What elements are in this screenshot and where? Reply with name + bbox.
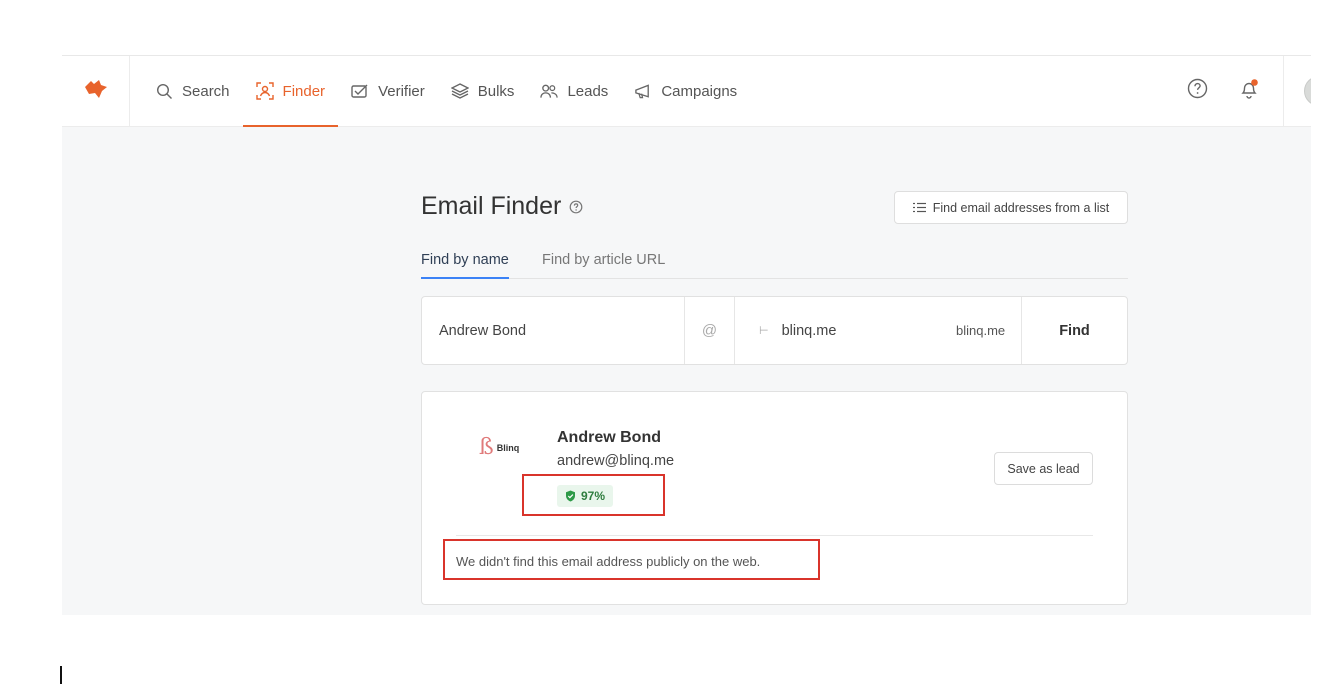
company-logo-text: Blinq: [496, 443, 520, 453]
highlight-box-score: [522, 474, 665, 516]
campaigns-icon: [634, 82, 652, 100]
nav-item-label: Bulks: [477, 82, 515, 100]
nav-item-bulks[interactable]: Bulks: [438, 56, 528, 126]
leads-icon: [540, 82, 559, 100]
find-from-list-button[interactable]: Find email addresses from a list: [894, 191, 1128, 224]
find-from-list-label: Find email addresses from a list: [932, 200, 1110, 215]
nav-item-search[interactable]: Search: [142, 56, 243, 126]
tab-find-by-article-url[interactable]: Find by article URL: [542, 252, 665, 268]
nav-items: Search Finder Verifier Bulks Leads Campa…: [142, 56, 750, 127]
list-icon: [912, 202, 926, 213]
help-circle-icon[interactable]: [569, 200, 583, 214]
tab-find-by-name[interactable]: Find by name: [421, 252, 509, 279]
app-frame: Search Finder Verifier Bulks Leads Campa…: [62, 55, 1311, 615]
notification-bell-icon: [1238, 78, 1260, 105]
nav-item-verifier[interactable]: Verifier: [338, 56, 438, 126]
finder-icon: [255, 82, 274, 100]
nav-item-label: Campaigns: [661, 82, 738, 100]
blinq-logo-icon: ß: [479, 435, 494, 460]
bulks-icon: [450, 82, 469, 100]
nav-item-finder[interactable]: Finder: [242, 56, 339, 127]
nav-item-label: Finder: [282, 82, 326, 100]
finder-tabs: Find by name Find by article URL: [421, 246, 1128, 279]
person-email[interactable]: andrew@blinq.me: [557, 453, 674, 469]
finder-search-form: Andrew Bond @ ⊢ blinq.me blinq.me Find: [421, 296, 1128, 365]
avatar-cell[interactable]: [1283, 56, 1311, 126]
domain-suggestion[interactable]: blinq.me: [956, 297, 1005, 364]
find-button[interactable]: Find: [1021, 297, 1127, 364]
company-logo: ß Blinq: [479, 437, 519, 459]
highlight-box-note: [443, 539, 820, 580]
domain-favicon-icon: ⊢: [759, 325, 769, 337]
nav-item-label: Leads: [567, 82, 609, 100]
notifications-button[interactable]: [1223, 56, 1275, 126]
person-name: Andrew Bond: [557, 429, 661, 446]
text-cursor-mark: [60, 666, 62, 684]
nav-right: [1171, 56, 1311, 126]
avatar: [1304, 76, 1311, 106]
page-title-text: Email Finder: [421, 192, 562, 220]
page-title: Email Finder: [421, 192, 583, 221]
nav-item-label: Search: [182, 82, 230, 100]
domain-input[interactable]: ⊢ blinq.me: [759, 297, 836, 364]
at-symbol: @: [684, 297, 735, 364]
nav-item-label: Verifier: [378, 82, 425, 100]
search-icon: [155, 82, 173, 100]
fox-logo-icon: [83, 78, 109, 105]
verifier-icon: [351, 82, 369, 100]
nav-item-leads[interactable]: Leads: [527, 56, 621, 126]
top-nav: Search Finder Verifier Bulks Leads Campa…: [62, 56, 1311, 127]
card-divider: [456, 535, 1093, 536]
full-name-input[interactable]: Andrew Bond: [439, 297, 679, 364]
logo-cell[interactable]: [62, 56, 130, 126]
nav-item-campaigns[interactable]: Campaigns: [621, 56, 750, 126]
domain-input-value: blinq.me: [781, 322, 837, 339]
help-icon: [1187, 78, 1208, 104]
help-button[interactable]: [1171, 56, 1223, 126]
save-as-lead-button[interactable]: Save as lead: [994, 452, 1093, 485]
